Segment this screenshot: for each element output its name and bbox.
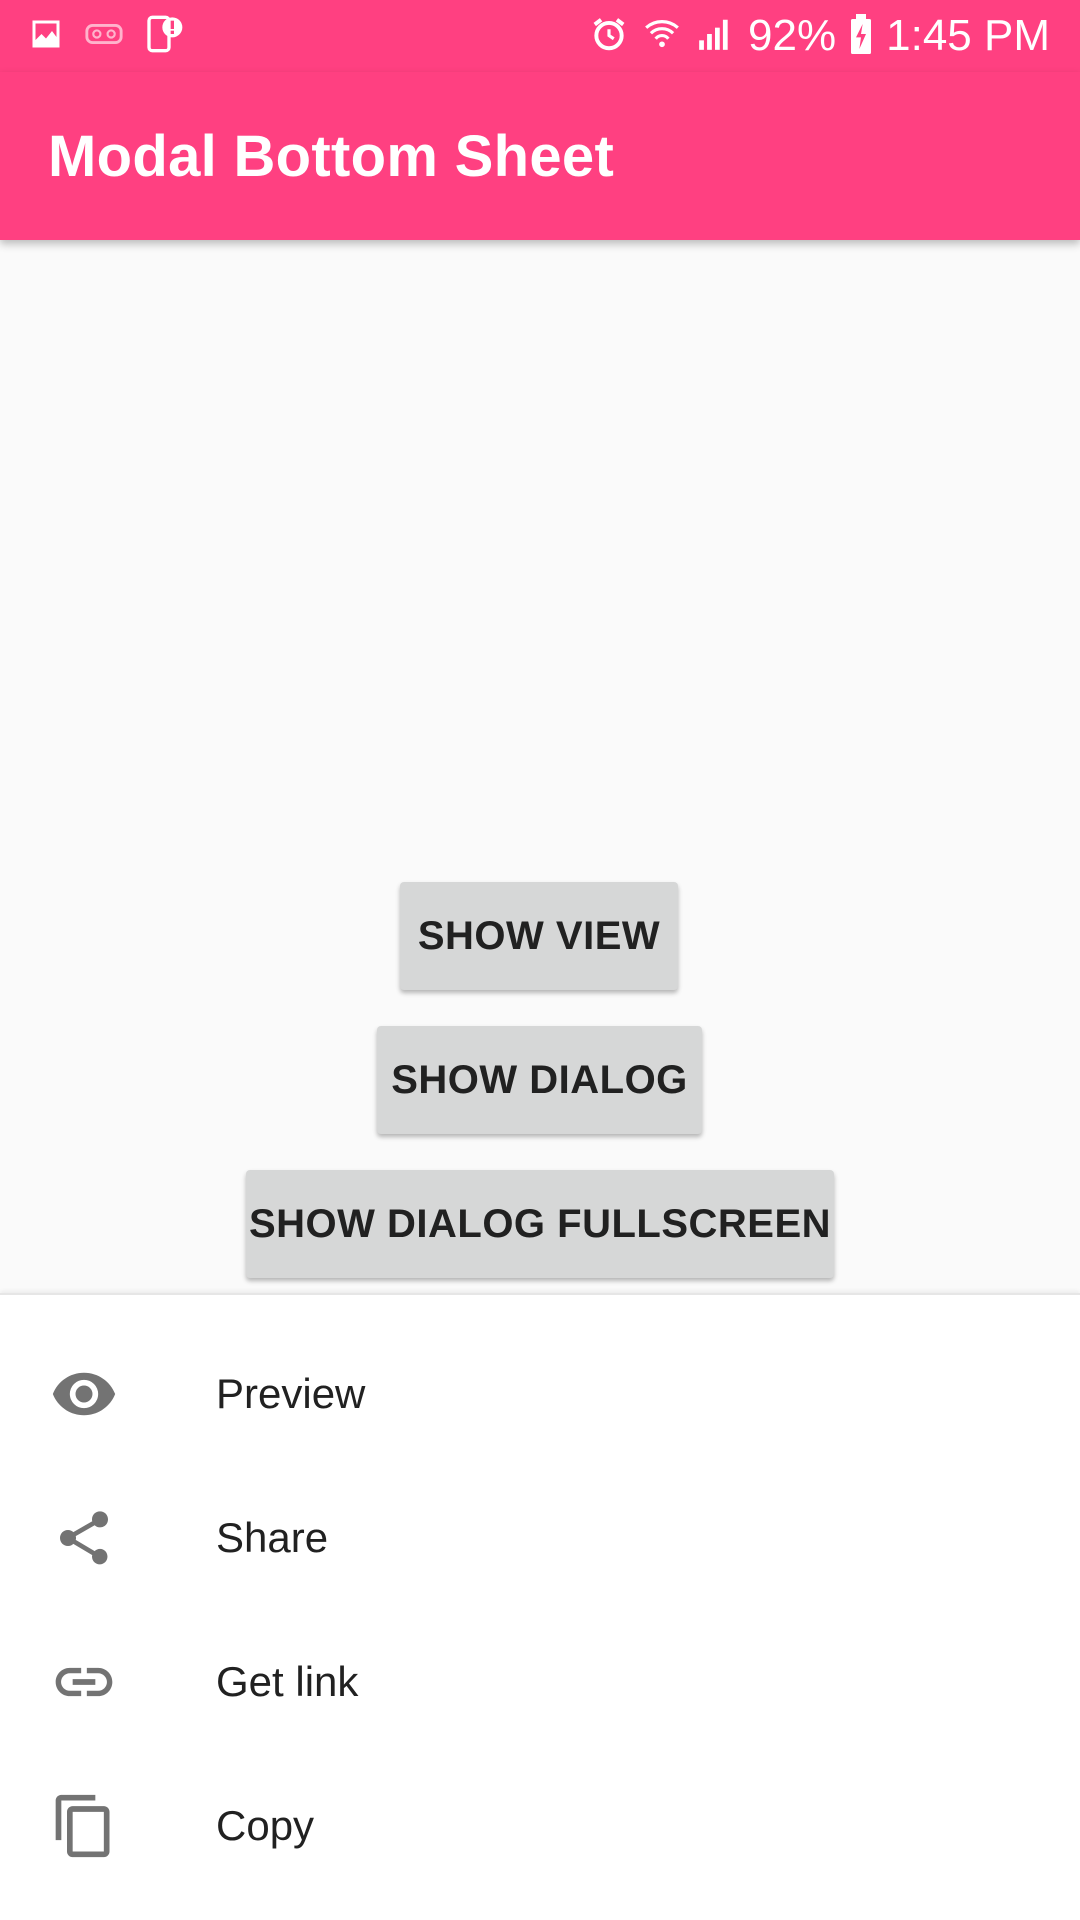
status-time: 1:45 PM [886, 11, 1050, 60]
show-view-button[interactable]: SHOW VIEW [400, 882, 678, 990]
app-bar: Modal Bottom Sheet [0, 72, 1080, 240]
sheet-item-label: Get link [216, 1658, 359, 1705]
sheet-item-label: Share [216, 1514, 329, 1561]
status-bar: 92% 1:45 PM [0, 0, 1080, 72]
battery-charging-icon [850, 13, 872, 59]
sheet-item-get-link[interactable]: Get link [0, 1610, 1080, 1754]
copy-icon [48, 1790, 120, 1862]
share-icon [48, 1502, 120, 1574]
status-left-icons [28, 14, 204, 59]
main-content: SHOW VIEW SHOW DIALOG SHOW DIALOG FULLSC… [0, 240, 1080, 1293]
alarm-icon [590, 15, 628, 58]
sheet-item-preview[interactable]: Preview [0, 1322, 1080, 1466]
bottom-sheet: Preview Share Get link Copy [0, 1293, 1080, 1920]
sheet-item-label: Preview [216, 1370, 366, 1417]
status-right-icons: 92% 1:45 PM [576, 11, 1050, 60]
page-title: Modal Bottom Sheet [48, 123, 615, 189]
signal-icon [696, 15, 734, 58]
show-dialog-button[interactable]: SHOW DIALOG [377, 1026, 702, 1134]
sheet-item-share[interactable]: Share [0, 1466, 1080, 1610]
sheet-item-label: Copy [216, 1802, 315, 1849]
eye-icon [48, 1358, 120, 1430]
gallery-icon [28, 16, 64, 57]
show-dialog-fullscreen-button[interactable]: SHOW DIALOG FULLSCREEN [246, 1170, 834, 1278]
vr-headset-icon [84, 16, 124, 57]
phone-alert-icon [144, 14, 184, 59]
wifi-icon [642, 15, 682, 58]
battery-percent: 92% [748, 11, 837, 60]
sheet-item-copy[interactable]: Copy [0, 1754, 1080, 1898]
link-icon [48, 1646, 120, 1718]
